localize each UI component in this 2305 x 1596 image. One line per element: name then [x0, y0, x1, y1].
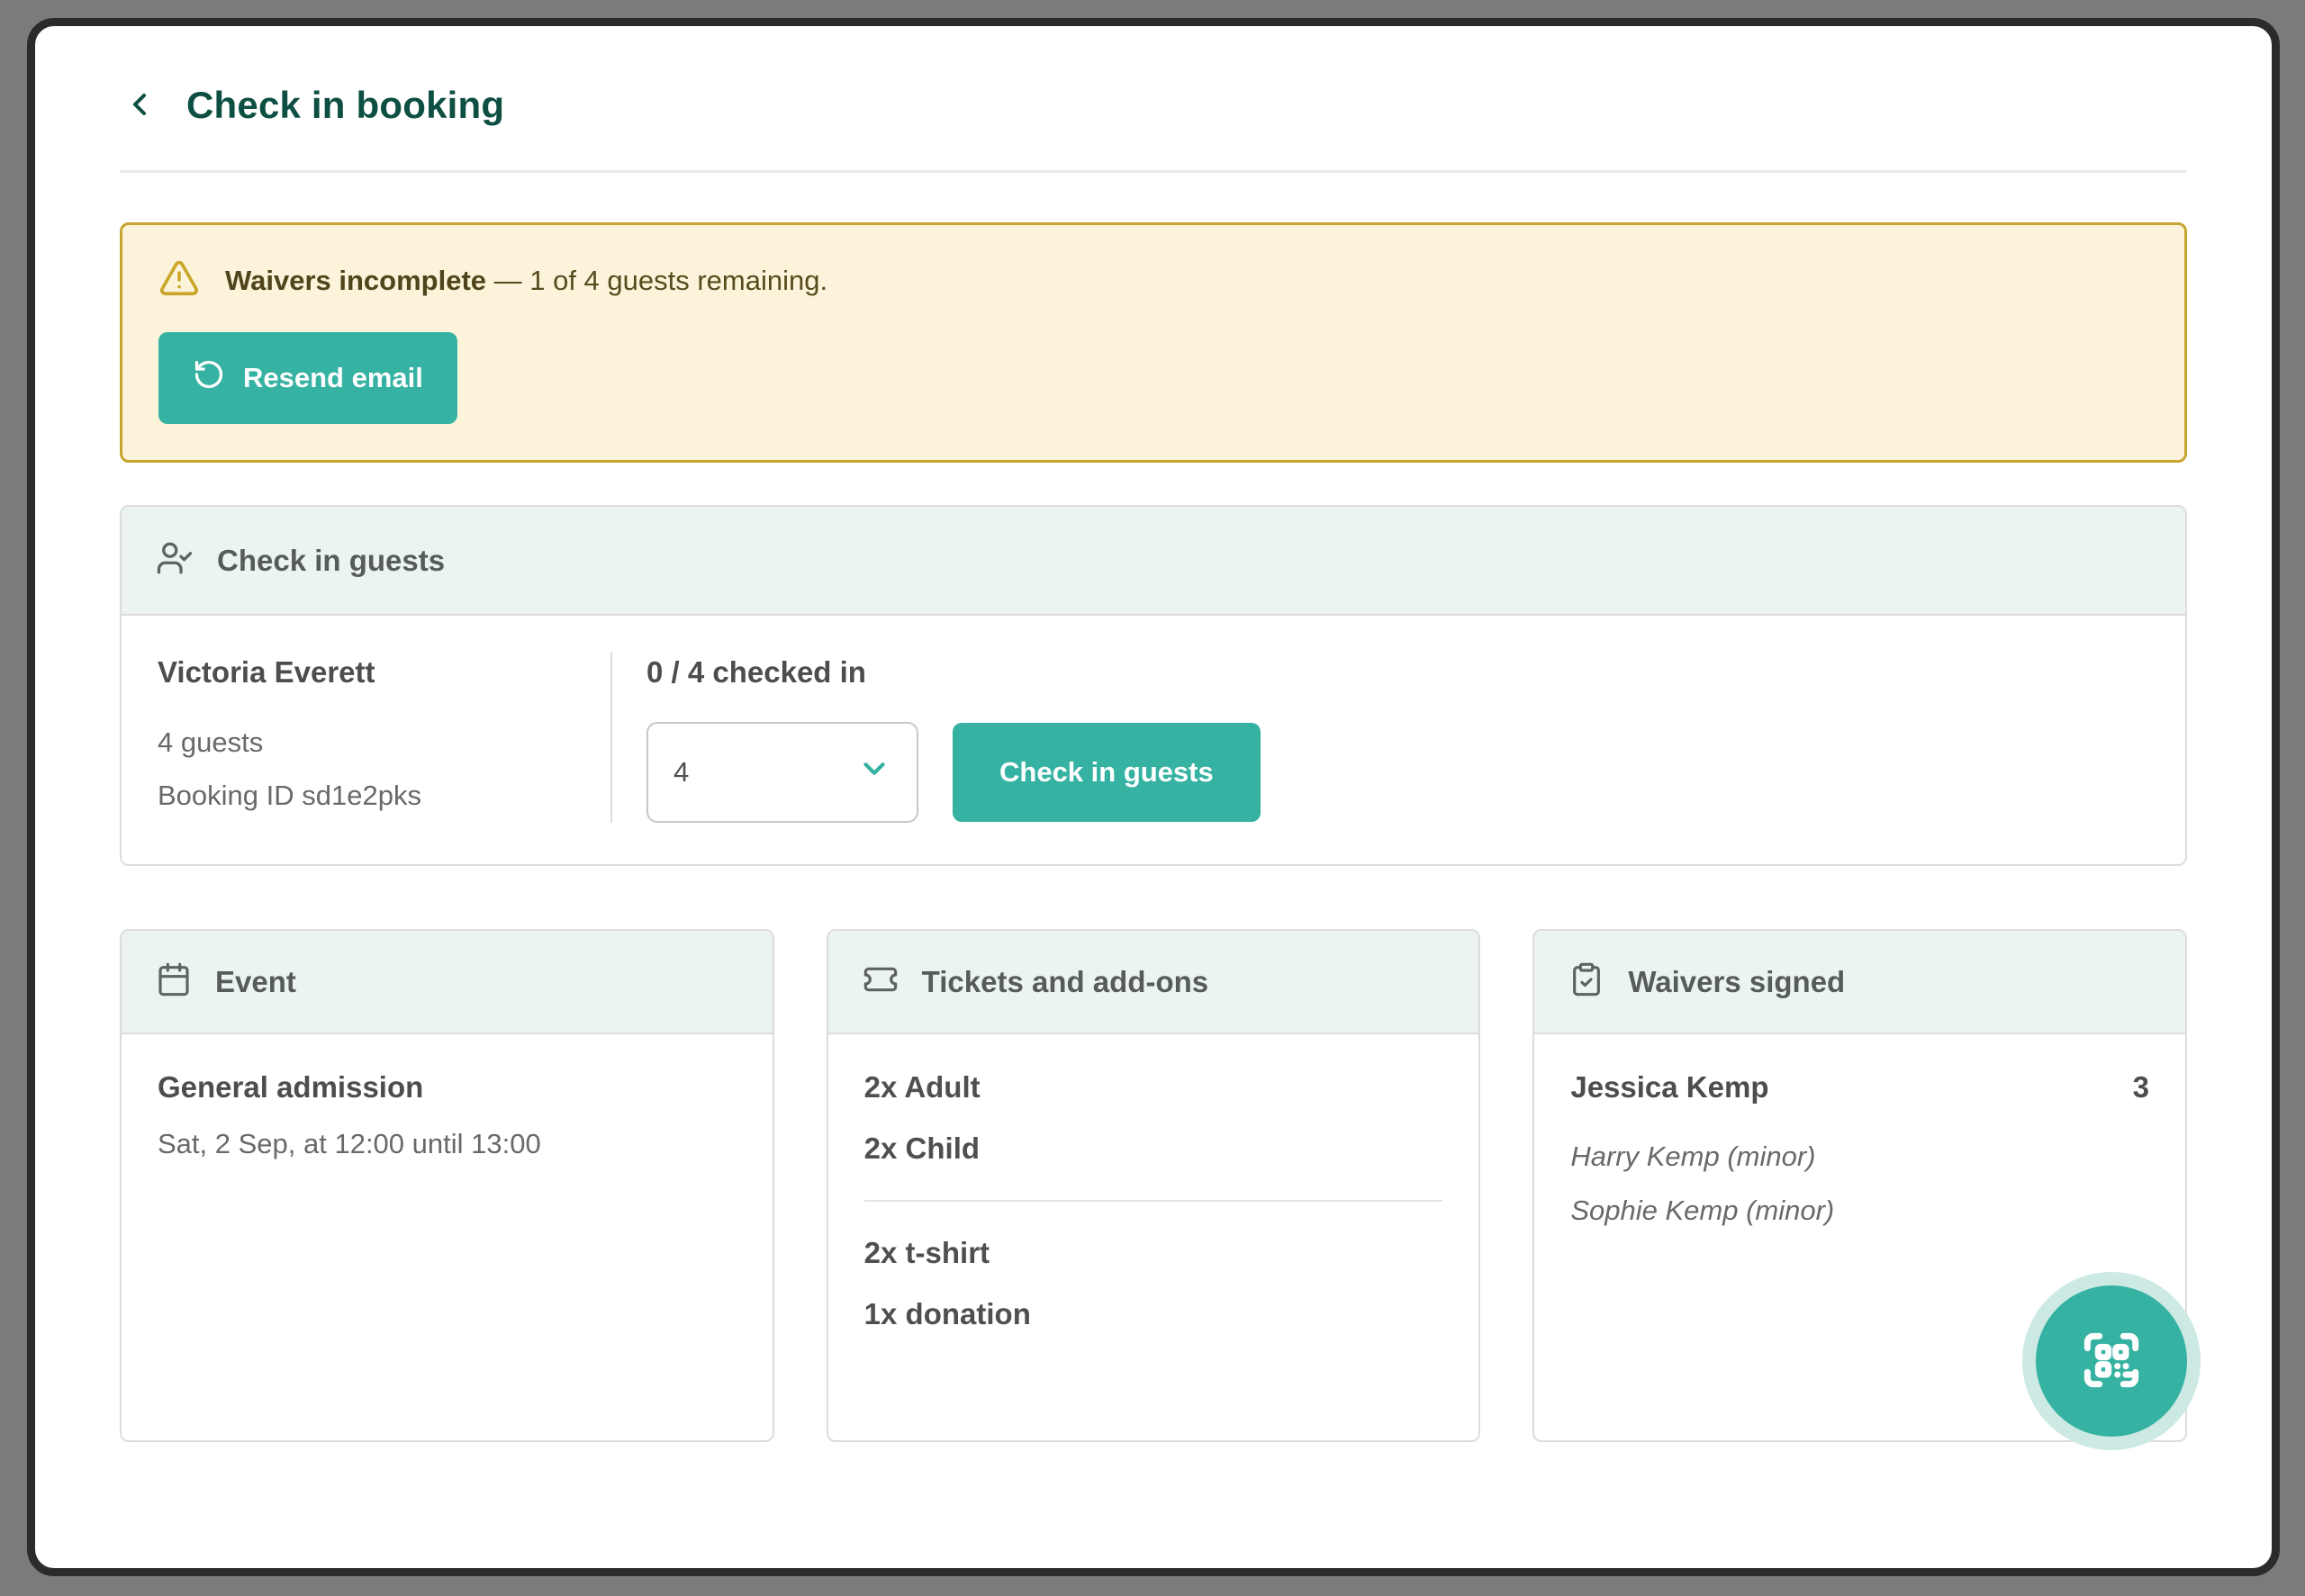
addon-item: 2x t-shirt: [864, 1236, 1443, 1270]
guest-count-select[interactable]: 4: [646, 722, 918, 823]
tickets-card-header: Tickets and add-ons: [828, 931, 1479, 1034]
warning-triangle-icon: [158, 257, 200, 303]
event-card: Event General admission Sat, 2 Sep, at 1…: [120, 929, 774, 1442]
qr-scan-button[interactable]: [2036, 1285, 2187, 1437]
guest-count-select-value: 4: [673, 756, 689, 789]
header-divider: [120, 170, 2187, 173]
user-check-icon: [156, 539, 194, 582]
clipboard-check-icon: [1568, 961, 1604, 1002]
event-datetime: Sat, 2 Sep, at 12:00 until 13:00: [158, 1128, 737, 1160]
guest-info: Victoria Everett 4 guests Booking ID sd1…: [122, 652, 610, 823]
check-in-panel-header: Check in guests: [122, 507, 2185, 616]
event-name: General admission: [158, 1070, 737, 1105]
check-in-section-title: Check in guests: [217, 544, 445, 578]
booking-id: Booking ID sd1e2pks: [158, 770, 574, 823]
waiver-signer-name: Jessica Kemp: [1570, 1070, 1768, 1105]
addon-item: 1x donation: [864, 1297, 1443, 1331]
check-in-guests-button[interactable]: Check in guests: [953, 723, 1261, 822]
check-in-controls: 0 / 4 checked in 4 Check in guests: [612, 652, 1261, 823]
page-title: Check in booking: [186, 84, 504, 127]
check-in-panel: Check in guests Victoria Everett 4 guest…: [120, 505, 2187, 866]
waivers-card-header: Waivers signed: [1534, 931, 2185, 1034]
chevron-left-icon: [122, 86, 158, 125]
checked-in-progress: 0 / 4 checked in: [646, 655, 1261, 690]
back-button[interactable]: [120, 86, 159, 125]
warning-message-bold: Waivers incomplete: [225, 265, 486, 296]
guest-count: 4 guests: [158, 717, 574, 770]
calendar-icon: [156, 961, 192, 1002]
event-card-header: Event: [122, 931, 773, 1034]
event-section-title: Event: [215, 965, 296, 999]
chevron-down-icon: [857, 752, 891, 793]
check-in-guests-label: Check in guests: [999, 756, 1214, 789]
waiver-minor: Harry Kemp (minor): [1570, 1130, 2149, 1184]
resend-email-button[interactable]: Resend email: [158, 332, 457, 424]
waiver-count: 3: [2133, 1070, 2149, 1105]
tickets-divider: [864, 1200, 1443, 1202]
tickets-section-title: Tickets and add-ons: [922, 965, 1208, 999]
guest-name: Victoria Everett: [158, 655, 574, 690]
tickets-card: Tickets and add-ons 2x Adult 2x Child 2x…: [827, 929, 1481, 1442]
waiver-minor: Sophie Kemp (minor): [1570, 1184, 2149, 1238]
waivers-section-title: Waivers signed: [1628, 965, 1845, 999]
waivers-warning-banner: Waivers incomplete — 1 of 4 guests remai…: [120, 222, 2187, 463]
qr-scan-icon: [2075, 1324, 2147, 1399]
ticket-item: 2x Child: [864, 1132, 1443, 1166]
resend-email-label: Resend email: [243, 362, 423, 394]
waivers-card: Waivers signed Jessica Kemp 3 Harry Kemp…: [1532, 929, 2187, 1442]
resend-icon: [193, 358, 225, 398]
warning-message: Waivers incomplete — 1 of 4 guests remai…: [225, 265, 827, 297]
ticket-icon: [863, 961, 899, 1002]
warning-message-rest: — 1 of 4 guests remaining.: [486, 265, 827, 296]
ticket-item: 2x Adult: [864, 1070, 1443, 1105]
page-header: Check in booking: [120, 84, 2187, 127]
app-window: Check in booking Waivers incomplete — 1 …: [27, 18, 2280, 1576]
